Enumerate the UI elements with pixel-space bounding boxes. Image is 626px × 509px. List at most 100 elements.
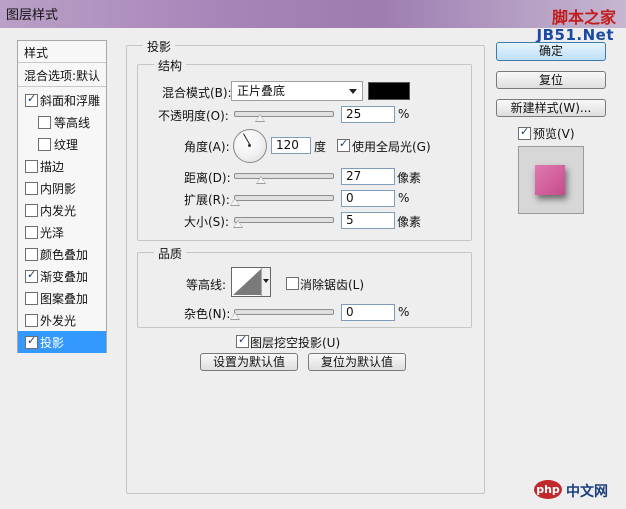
preview-shape (535, 165, 565, 195)
style-item-label: 外发光 (40, 314, 77, 328)
use-global-light-checkbox[interactable] (337, 137, 350, 152)
contour-label: 等高线: (186, 278, 227, 292)
spread-label: 扩展(R): (184, 193, 230, 207)
distance-input[interactable]: 27 (341, 168, 395, 185)
opacity-slider[interactable] (234, 111, 334, 122)
opacity-slider-thumb[interactable] (254, 114, 265, 122)
style-item[interactable]: 等高线 (18, 111, 106, 133)
angle-input[interactable]: 120 (271, 137, 311, 154)
style-item-label: 斜面和浮雕 (40, 94, 101, 108)
style-item-checkbox[interactable] (25, 226, 38, 239)
blend-mode-select[interactable]: 正片叠底 (231, 81, 363, 101)
noise-input[interactable]: 0 (341, 304, 395, 321)
style-item-label: 光泽 (40, 226, 65, 240)
reset-button[interactable]: 复位 (496, 71, 606, 89)
opacity-input[interactable]: 25 (341, 106, 395, 123)
style-item-label: 纹理 (54, 138, 79, 152)
size-input[interactable]: 5 (341, 212, 395, 229)
watermark-line1: 脚本之家 (551, 8, 616, 27)
style-item-checkbox[interactable] (25, 92, 38, 107)
style-item[interactable]: 颜色叠加 (18, 243, 106, 265)
distance-label: 距离(D): (184, 171, 231, 185)
spread-unit: % (398, 191, 410, 205)
contour-dropdown-icon[interactable] (261, 268, 270, 296)
preview-thumbnail (518, 146, 584, 214)
size-slider[interactable] (232, 217, 334, 228)
noise-unit: % (398, 305, 410, 319)
structure-title: 结构 (154, 57, 187, 74)
new-style-button[interactable]: 新建样式(W)... (496, 99, 606, 117)
styles-header-label: 样式 (24, 46, 49, 60)
style-item[interactable]: 内阴影 (18, 177, 106, 199)
php-logo-text: 中文网 (566, 484, 608, 500)
style-item-checkbox[interactable] (25, 292, 38, 305)
style-item-checkbox[interactable] (25, 268, 38, 283)
php-logo-circle: php (534, 480, 562, 499)
style-item[interactable]: 光泽 (18, 221, 106, 243)
divider (18, 86, 106, 87)
styles-list: 样式 混合选项:默认 斜面和浮雕等高线纹理描边内阴影内发光光泽颜色叠加渐变叠加图… (17, 40, 107, 353)
blend-mode-label: 混合模式(B): (162, 86, 232, 100)
drop-shadow-title: 投影 (143, 38, 176, 55)
style-item-checkbox[interactable] (38, 116, 51, 129)
distance-slider[interactable] (234, 173, 334, 184)
noise-slider[interactable] (230, 309, 334, 320)
knockout-checkbox[interactable] (236, 333, 249, 348)
size-unit: 像素 (397, 215, 422, 229)
opacity-unit: % (398, 107, 410, 121)
style-item-label: 图案叠加 (40, 292, 89, 306)
angle-unit: 度 (314, 140, 327, 154)
style-item[interactable]: 内发光 (18, 199, 106, 221)
style-item-checkbox[interactable] (25, 248, 38, 261)
angle-dial[interactable] (233, 129, 267, 163)
style-item[interactable]: 渐变叠加 (18, 265, 106, 287)
style-item[interactable]: 图案叠加 (18, 287, 106, 309)
ok-button[interactable]: 确定 (496, 42, 606, 61)
spread-slider[interactable] (230, 195, 334, 206)
distance-slider-thumb[interactable] (256, 176, 267, 184)
style-item-label: 渐变叠加 (40, 270, 89, 284)
knockout-label: 图层挖空投影(U) (250, 336, 341, 350)
reset-default-button[interactable]: 复位为默认值 (308, 353, 406, 371)
divider (18, 62, 106, 63)
window-title: 图层样式 (6, 8, 59, 23)
spread-input[interactable]: 0 (341, 190, 395, 207)
opacity-label: 不透明度(O): (158, 109, 229, 123)
anti-alias-checkbox[interactable] (286, 277, 299, 290)
style-item-checkbox[interactable] (25, 334, 38, 349)
blend-options-item[interactable]: 混合选项:默认 (18, 64, 106, 86)
style-item-checkbox[interactable] (38, 138, 51, 151)
watermark-logo: 脚本之家 JB51.Net (510, 2, 618, 44)
size-slider-thumb[interactable] (232, 220, 243, 228)
style-item[interactable]: 斜面和浮雕 (18, 89, 106, 111)
preview-checkbox[interactable] (518, 125, 531, 140)
style-item-label: 内阴影 (40, 182, 77, 196)
style-item[interactable]: 外发光 (18, 309, 106, 331)
preview-label: 预览(V) (533, 127, 575, 141)
contour-picker[interactable] (231, 267, 271, 297)
use-global-light-label: 使用全局光(G) (352, 140, 431, 154)
shadow-color-swatch[interactable] (368, 82, 410, 100)
noise-slider-thumb[interactable] (230, 312, 240, 320)
layer-style-dialog: 图层样式 脚本之家 JB51.Net 样式 混合选项:默认 斜面和浮雕等高线纹理… (0, 0, 626, 509)
distance-unit: 像素 (397, 171, 422, 185)
chevron-down-icon (349, 89, 357, 94)
style-item[interactable]: 描边 (18, 155, 106, 177)
set-default-button[interactable]: 设置为默认值 (200, 353, 298, 371)
style-item-label: 颜色叠加 (40, 248, 89, 262)
spread-slider-thumb[interactable] (230, 198, 240, 206)
styles-header[interactable]: 样式 (18, 41, 106, 63)
style-item-checkbox[interactable] (25, 314, 38, 327)
style-item[interactable]: 投影 (18, 331, 106, 353)
contour-preview-icon (232, 268, 262, 296)
style-item-label: 内发光 (40, 204, 77, 218)
noise-label: 杂色(N): (184, 307, 231, 321)
php-logo: php 中文网 (534, 478, 622, 502)
style-item-label: 描边 (40, 160, 65, 174)
angle-center-dot (248, 144, 251, 147)
style-item-checkbox[interactable] (25, 160, 38, 173)
style-item-checkbox[interactable] (25, 204, 38, 217)
style-item[interactable]: 纹理 (18, 133, 106, 155)
size-label: 大小(S): (184, 215, 230, 229)
style-item-checkbox[interactable] (25, 182, 38, 195)
